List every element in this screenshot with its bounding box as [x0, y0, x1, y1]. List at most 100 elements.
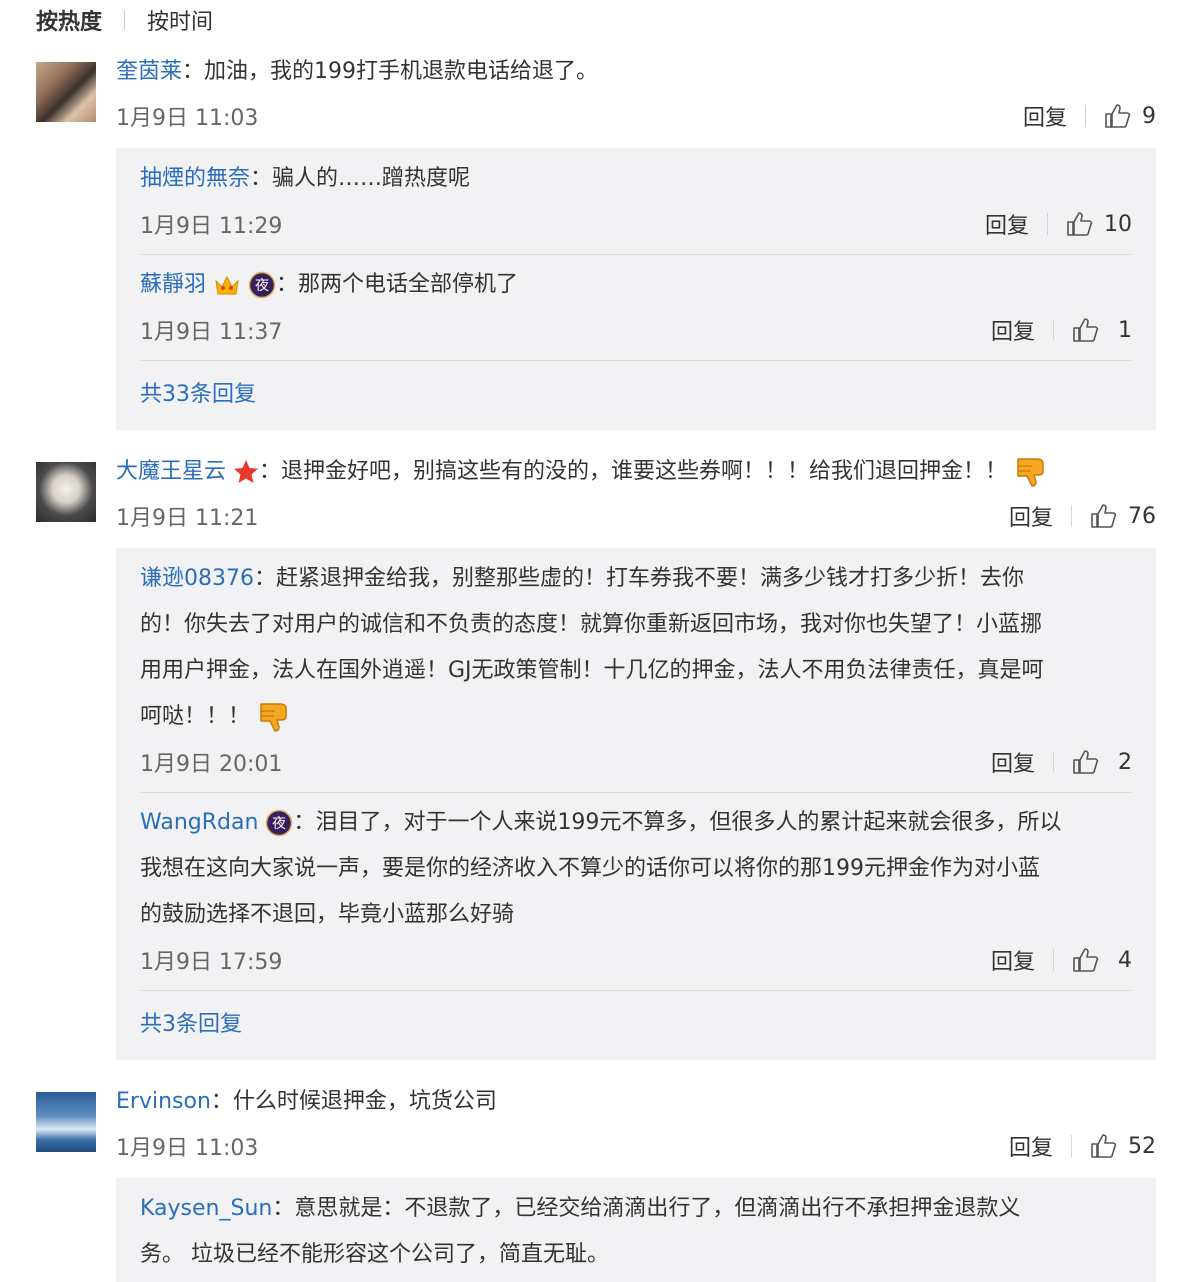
comment-username[interactable]: Ervinson — [116, 1089, 211, 1114]
comment-meta: 1月9日 11:03 回复 9 — [116, 99, 1156, 133]
comment-meta: 1月9日 11:21 回复 76 — [116, 499, 1156, 533]
thumbs-up-icon — [1091, 1134, 1117, 1158]
comment-text: 什么时候退押金，坑货公司 — [232, 1089, 497, 1114]
like-count: 1 — [1118, 317, 1132, 343]
thumbs-up-icon — [1073, 948, 1099, 972]
thumbs-down-emoji-icon — [260, 703, 287, 732]
reply-text-line: 务。 垃圾已经不能形容这个公司了，简直无耻。 — [140, 1242, 609, 1267]
reply-username[interactable]: 抽煙的無奈 — [140, 166, 250, 191]
comment-username[interactable]: 奎茵莱 — [116, 59, 182, 84]
like-count: 52 — [1128, 1133, 1156, 1159]
svg-text:夜: 夜 — [255, 278, 269, 294]
reply-meta: 1月9日 11:37 回复 1 — [140, 313, 1132, 347]
sort-divider — [124, 10, 126, 30]
reply-text-line: 我想在这向大家说一声，要是你的经济收入不算少的话你可以将你的那199元押金作为对… — [140, 856, 1040, 881]
sort-by-time[interactable]: 按时间 — [147, 4, 213, 36]
like-button[interactable]: 10 — [1066, 211, 1132, 237]
thumbs-up-icon — [1073, 318, 1099, 342]
reply-text: 赶紧退押金给我，别整那些虚的！打车券我不要！满多少钱才打多少折！去你 — [276, 566, 1025, 591]
reply-divider — [140, 792, 1132, 793]
avatar[interactable] — [36, 62, 96, 122]
like-count: 9 — [1142, 103, 1156, 129]
reply-time: 1月9日 20:01 — [140, 752, 283, 777]
thumbs-up-icon — [1073, 750, 1099, 774]
night-badge-icon: 夜 — [266, 809, 293, 837]
reply-meta: 1月9日 17:59 回复 4 — [140, 943, 1132, 977]
reply-text-line: 用用户押金，法人在国外逍遥！GJ无政策管制！十几亿的押金，法人不用负法律责任，真… — [140, 658, 1044, 683]
reply-line: 蘇靜羽 夜：那两个电话全部停机了 — [140, 271, 519, 299]
reply-username[interactable]: 蘇靜羽 — [140, 272, 206, 297]
reply-button[interactable]: 回复 — [1009, 500, 1053, 532]
reply-button[interactable]: 回复 — [991, 746, 1035, 778]
svg-text:夜: 夜 — [272, 816, 286, 832]
night-badge-icon: 夜 — [248, 271, 276, 299]
reply-time: 1月9日 11:37 — [140, 320, 283, 345]
thumbs-down-emoji-icon — [1017, 458, 1044, 487]
meta-divider — [1071, 1135, 1072, 1157]
reply-list: 抽煙的無奈：骗人的……蹭热度呢 1月9日 11:29 回复 10 蘇靜羽 夜：那… — [116, 148, 1156, 430]
comment-time: 1月9日 11:03 — [116, 1136, 259, 1161]
like-count: 2 — [1118, 749, 1132, 775]
meta-divider — [1071, 505, 1072, 527]
reply-button[interactable]: 回复 — [985, 208, 1029, 240]
reply-username[interactable]: Kaysen_Sun — [140, 1196, 272, 1221]
meta-divider — [1053, 319, 1054, 341]
comment-time: 1月9日 11:21 — [116, 506, 259, 531]
reply-line: Kaysen_Sun：意思就是：不退款了，已经交给滴滴出行了，但滴滴出行不承担押… — [140, 1196, 1021, 1221]
reply-button[interactable]: 回复 — [991, 944, 1035, 976]
reply-time: 1月9日 17:59 — [140, 950, 283, 975]
crown-icon — [215, 275, 239, 295]
comment-text: 加油，我的199打手机退款电话给退了。 — [204, 59, 599, 84]
red-star-icon — [234, 460, 259, 483]
more-replies-link[interactable]: 共33条回复 — [140, 378, 256, 412]
reply-divider — [140, 990, 1132, 991]
reply-username[interactable]: WangRdan — [140, 810, 258, 835]
reply-username[interactable]: 谦逊08376 — [140, 566, 254, 591]
avatar[interactable] — [36, 462, 96, 522]
comment-line: 大魔王星云 ：退押金好吧，别搞这些有的没的，谁要这些券啊！！！给我们退回押金！！ — [116, 455, 1154, 489]
reply-text-line: 的！你失去了对用户的诚信和不负责的态度！就算你重新返回市场，我对你也失望了！小蓝… — [140, 612, 1043, 637]
like-count: 76 — [1128, 503, 1156, 529]
reply-button[interactable]: 回复 — [1023, 100, 1067, 132]
more-replies-link[interactable]: 共3条回复 — [140, 1008, 242, 1042]
like-button[interactable]: 4 — [1072, 947, 1132, 973]
comment-line: Ervinson：什么时候退押金，坑货公司 — [116, 1089, 497, 1114]
reply-list: Kaysen_Sun：意思就是：不退款了，已经交给滴滴出行了，但滴滴出行不承担押… — [116, 1178, 1156, 1282]
meta-divider — [1047, 213, 1048, 235]
thumbs-up-icon — [1067, 212, 1093, 236]
like-button[interactable]: 52 — [1090, 1133, 1156, 1159]
reply-text: 意思就是：不退款了，已经交给滴滴出行了，但滴滴出行不承担押金退款义 — [294, 1196, 1021, 1221]
reply-text: 泪目了，对于一个人来说199元不算多，但很多人的累计起来就会很多，所以 — [315, 810, 1062, 835]
like-button[interactable]: 2 — [1072, 749, 1132, 775]
reply-text: 骗人的……蹭热度呢 — [272, 166, 471, 191]
reply-list: 谦逊08376：赶紧退押金给我，别整那些虚的！打车券我不要！满多少钱才打多少折！… — [116, 548, 1156, 1060]
like-button[interactable]: 9 — [1104, 103, 1156, 129]
reply-line: WangRdan 夜：泪目了，对于一个人来说199元不算多，但很多人的累计起来就… — [140, 809, 1062, 837]
comment-time: 1月9日 11:03 — [116, 106, 259, 131]
comment-username[interactable]: 大魔王星云 — [116, 459, 226, 484]
like-button[interactable]: 1 — [1072, 317, 1132, 343]
reply-button[interactable]: 回复 — [991, 314, 1035, 346]
reply-button[interactable]: 回复 — [1009, 1130, 1053, 1162]
sort-bar: 按热度 按时间 — [36, 4, 213, 36]
like-count: 10 — [1104, 211, 1132, 237]
reply-meta: 1月9日 20:01 回复 2 — [140, 745, 1132, 779]
meta-divider — [1053, 949, 1054, 971]
like-button[interactable]: 76 — [1090, 503, 1156, 529]
reply-line: 抽煙的無奈：骗人的……蹭热度呢 — [140, 166, 471, 191]
reply-meta: 1月9日 11:29 回复 10 — [140, 207, 1132, 241]
reply-text: 那两个电话全部停机了 — [298, 272, 519, 297]
reply-text-line: 的鼓励选择不退回，毕竟小蓝那么好骑 — [140, 902, 515, 927]
comment-meta: 1月9日 11:03 回复 52 — [116, 1129, 1156, 1163]
like-count: 4 — [1118, 947, 1132, 973]
reply-time: 1月9日 11:29 — [140, 214, 283, 239]
comment-text: 退押金好吧，别搞这些有的没的，谁要这些券啊！！！给我们退回押金！！ — [281, 459, 1008, 484]
reply-text-line: 呵哒！！！ — [140, 694, 1132, 740]
avatar[interactable] — [36, 1092, 96, 1152]
thumbs-up-icon — [1105, 104, 1131, 128]
reply-line: 谦逊08376：赶紧退押金给我，别整那些虚的！打车券我不要！满多少钱才打多少折！… — [140, 566, 1025, 591]
reply-divider — [140, 360, 1132, 361]
comment-line: 奎茵莱：加油，我的199打手机退款电话给退了。 — [116, 59, 599, 84]
sort-by-hot[interactable]: 按热度 — [36, 4, 102, 36]
meta-divider — [1085, 105, 1086, 127]
